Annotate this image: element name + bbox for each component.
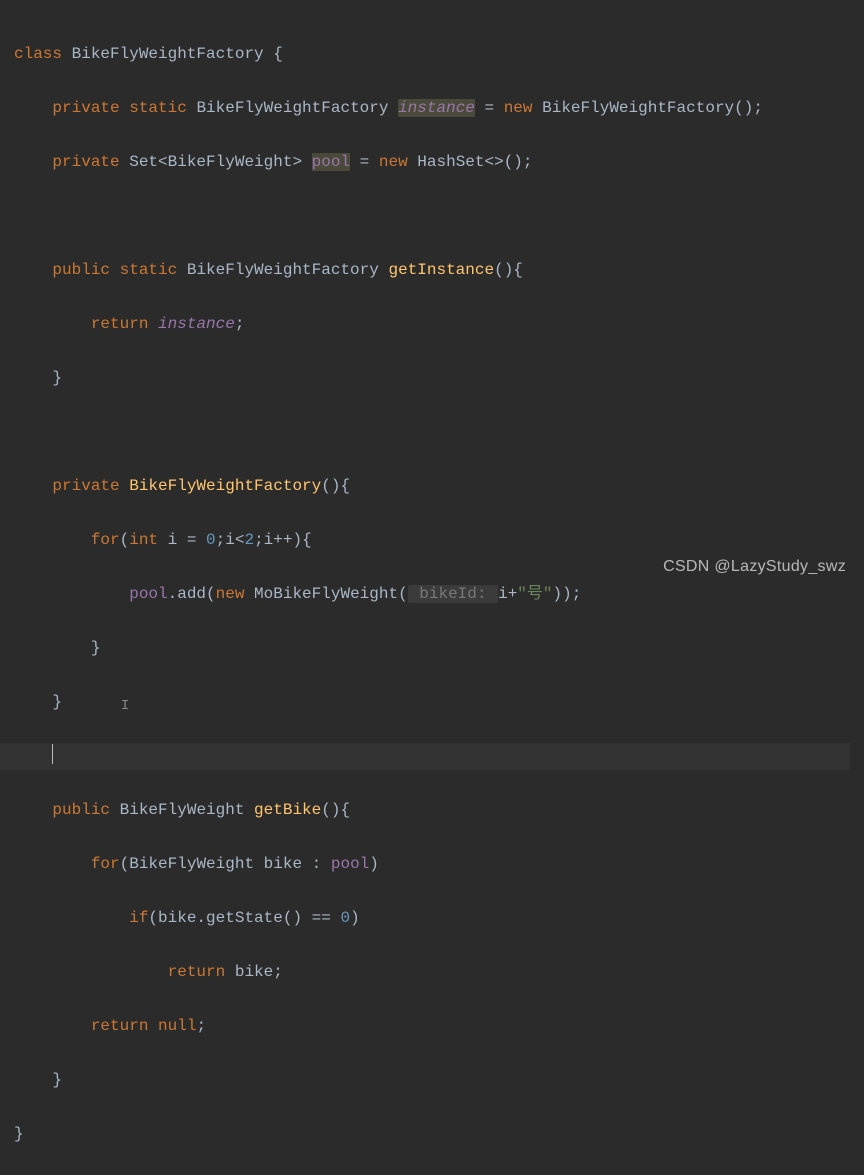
watermark-text: CSDN @LazyStudy_swz	[663, 553, 846, 580]
code-line: return null;	[14, 1013, 864, 1040]
active-line	[0, 743, 850, 770]
code-line: }	[14, 1067, 864, 1094]
code-line: if(bike.getState() == 0)	[14, 905, 864, 932]
code-editor[interactable]: class BikeFlyWeightFactory { private sta…	[0, 0, 864, 1175]
code-line: private BikeFlyWeightFactory(){	[14, 473, 864, 500]
code-line: class BikeFlyWeightFactory {	[14, 41, 864, 68]
code-line: for(BikeFlyWeight bike : pool)	[14, 851, 864, 878]
text-cursor-icon: I	[62, 698, 129, 714]
code-line: for(int i = 0;i<2;i++){	[14, 527, 864, 554]
code-line: private Set<BikeFlyWeight> pool = new Ha…	[14, 149, 864, 176]
code-line: }	[14, 365, 864, 392]
caret-icon	[52, 744, 53, 764]
code-line: }	[14, 635, 864, 662]
code-line: }	[14, 1121, 864, 1148]
code-line	[14, 419, 864, 446]
code-line: public BikeFlyWeight getBike(){	[14, 797, 864, 824]
code-line: } I	[14, 689, 864, 716]
code-line: return bike;	[14, 959, 864, 986]
code-line: private static BikeFlyWeightFactory inst…	[14, 95, 864, 122]
code-line	[14, 203, 864, 230]
code-line: public static BikeFlyWeightFactory getIn…	[14, 257, 864, 284]
code-line: return instance;	[14, 311, 864, 338]
